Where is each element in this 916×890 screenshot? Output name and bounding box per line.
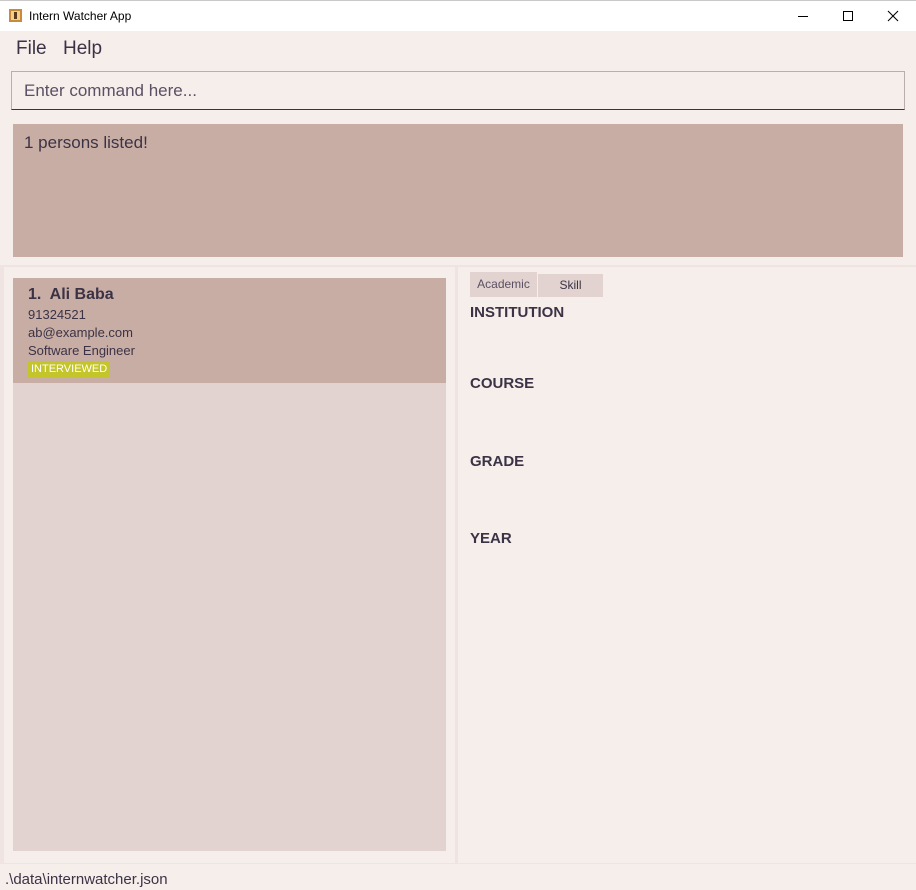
command-input[interactable]: [12, 72, 904, 109]
tab-academic[interactable]: Academic: [470, 272, 537, 297]
person-name: Ali Baba: [49, 286, 114, 303]
person-index: 1.: [28, 286, 42, 303]
status-bar: .\data\internwatcher.json: [0, 863, 916, 890]
maximize-icon: [843, 11, 853, 21]
tab-skill[interactable]: Skill: [538, 274, 603, 297]
menu-help[interactable]: Help: [63, 38, 102, 60]
command-box: [11, 71, 905, 110]
window-title: Intern Watcher App: [29, 9, 132, 23]
field-course-label: COURSE: [470, 375, 535, 392]
field-year-label: YEAR: [470, 530, 512, 547]
maximize-button[interactable]: [825, 1, 871, 31]
person-email: ab@example.com: [28, 325, 133, 340]
minimize-button[interactable]: [780, 1, 826, 31]
field-grade-label: GRADE: [470, 453, 525, 470]
close-icon: [887, 10, 899, 22]
menu-file[interactable]: File: [16, 38, 47, 60]
split-pane-divider[interactable]: [455, 267, 458, 863]
person-card[interactable]: 1. Ali Baba 91324521 ab@example.com Soft…: [13, 278, 446, 383]
person-phone: 91324521: [28, 307, 86, 322]
menu-bar: File Help: [0, 31, 916, 65]
title-bar: Intern Watcher App: [0, 0, 916, 31]
result-display: 1 persons listed!: [13, 124, 903, 257]
minimize-icon: [798, 16, 808, 17]
field-institution-label: INSTITUTION: [470, 304, 565, 321]
app-icon: [9, 9, 22, 22]
person-name-line: 1. Ali Baba: [28, 286, 114, 304]
status-tag: INTERVIEWED: [28, 361, 111, 377]
close-button[interactable]: [870, 1, 916, 31]
result-message: 1 persons listed!: [24, 133, 148, 152]
save-file-path: .\data\internwatcher.json: [5, 871, 168, 888]
person-list: 1. Ali Baba 91324521 ab@example.com Soft…: [13, 278, 446, 851]
person-role: Software Engineer: [28, 343, 135, 358]
left-edge: [0, 267, 4, 863]
section-divider: [0, 265, 916, 267]
